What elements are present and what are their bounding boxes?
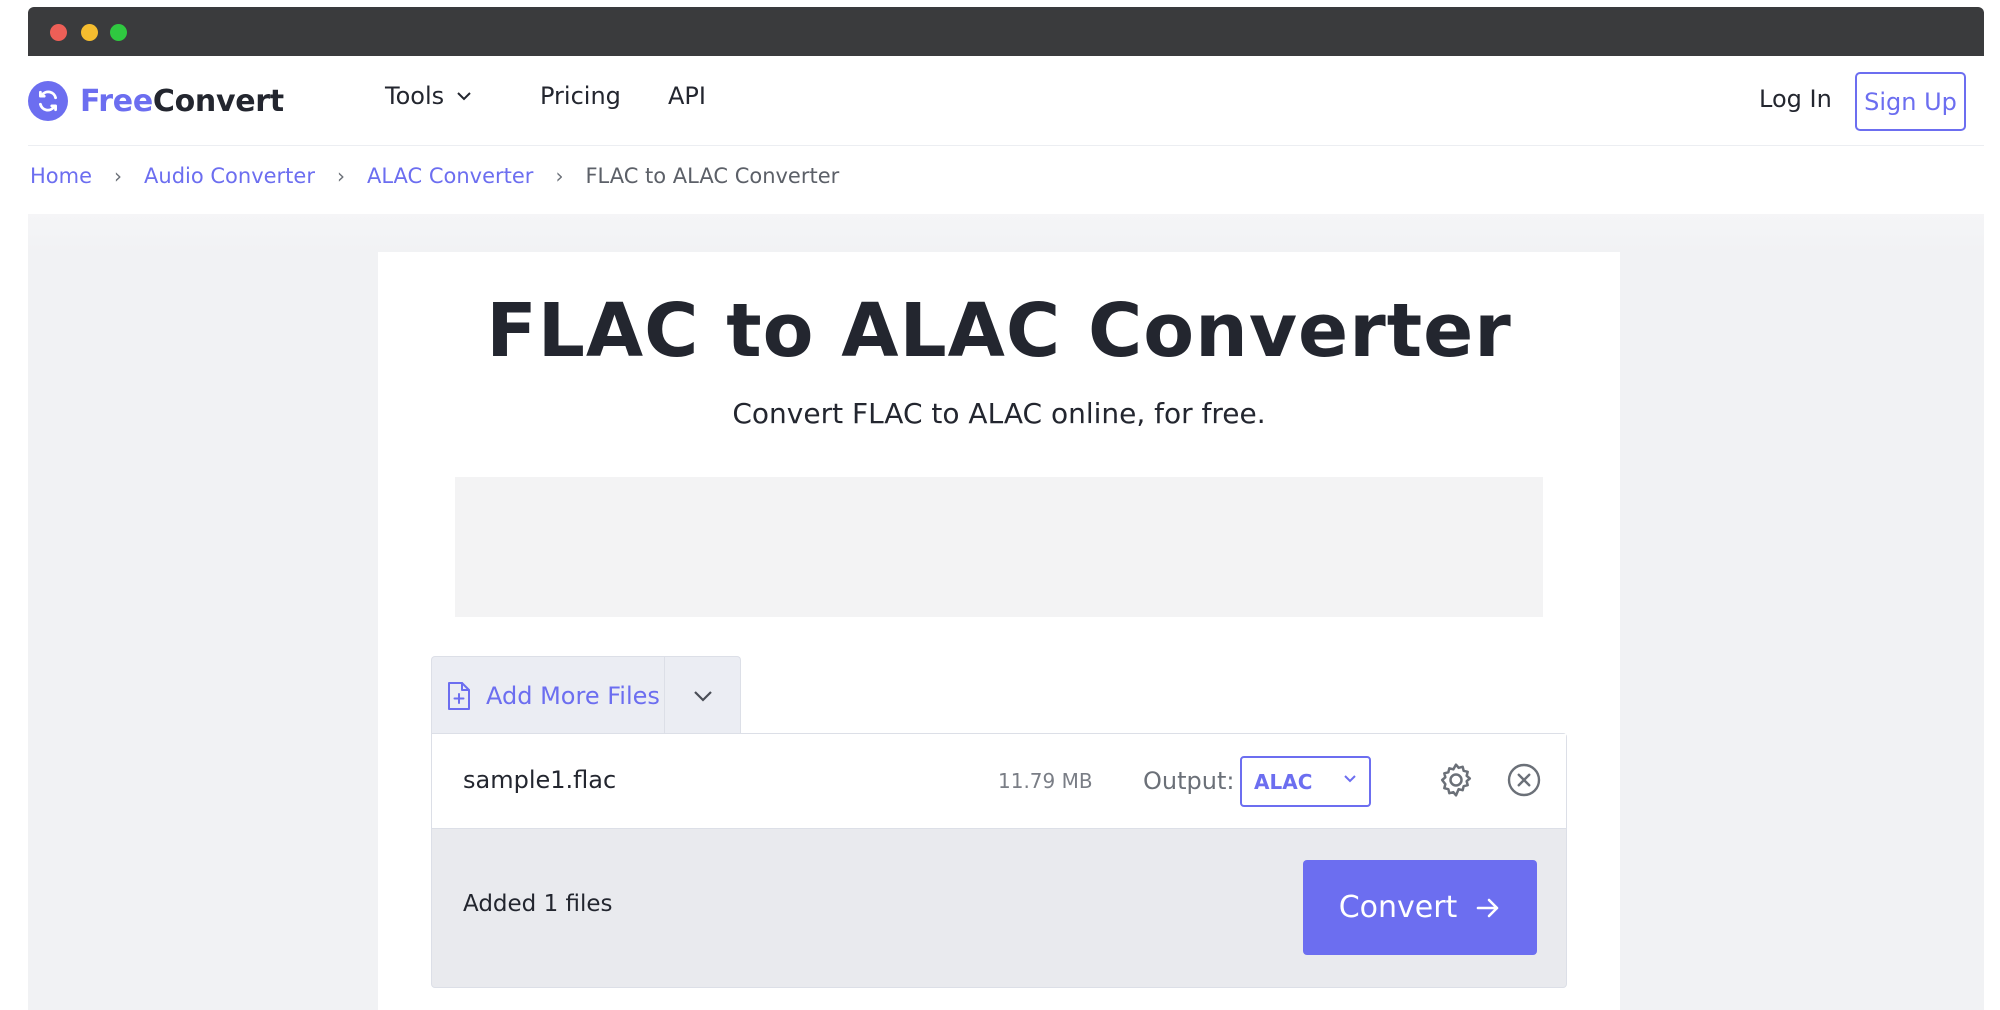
- nav-pricing-link[interactable]: Pricing: [540, 82, 621, 110]
- gear-icon[interactable]: [1436, 760, 1476, 800]
- chevron-down-icon: [693, 690, 712, 702]
- signup-button[interactable]: Sign Up: [1855, 72, 1966, 131]
- breadcrumb-audio-converter[interactable]: Audio Converter: [144, 164, 315, 188]
- breadcrumb-separator-icon: ›: [336, 164, 345, 188]
- ad-placeholder: [455, 477, 1543, 617]
- page-title: FLAC to ALAC Converter: [486, 288, 1512, 374]
- window-titlebar: [28, 7, 1984, 56]
- content-top-fade: [28, 214, 1984, 254]
- page-subtitle: Convert FLAC to ALAC online, for free.: [732, 397, 1266, 430]
- output-format-value: ALAC: [1254, 769, 1313, 794]
- added-files-status: Added 1 files: [463, 891, 613, 917]
- breadcrumb-separator-icon: ›: [114, 164, 123, 188]
- file-plus-icon: [448, 681, 470, 710]
- file-list-box: sample1.flac 11.79 MB Output: ALAC Added…: [431, 733, 1567, 988]
- add-files-dropdown[interactable]: [665, 657, 740, 734]
- add-more-files-label: Add More Files: [486, 681, 660, 710]
- logo-refresh-icon: [28, 81, 68, 121]
- output-label: Output:: [1143, 767, 1235, 795]
- breadcrumb-current: FLAC to ALAC Converter: [585, 164, 840, 188]
- browser-window: FreeConvert Tools Pricing API Log In Sig…: [28, 7, 1984, 1010]
- arrow-right-icon: [1477, 898, 1499, 917]
- converter-panel: FLAC to ALAC Converter Convert FLAC to A…: [378, 252, 1620, 1010]
- breadcrumb-home[interactable]: Home: [30, 164, 92, 188]
- close-circle-icon[interactable]: [1506, 762, 1542, 798]
- brand-name: FreeConvert: [80, 83, 284, 119]
- nav-api-link[interactable]: API: [668, 82, 706, 110]
- chevron-down-icon: [457, 92, 471, 101]
- file-name: sample1.flac: [463, 766, 617, 794]
- breadcrumb-alac-converter[interactable]: ALAC Converter: [367, 164, 533, 188]
- convert-label: Convert: [1338, 890, 1458, 925]
- convert-button[interactable]: Convert: [1303, 860, 1537, 955]
- breadcrumb-separator-icon: ›: [555, 164, 564, 188]
- logo[interactable]: FreeConvert: [28, 79, 284, 123]
- nav-tools-label: Tools: [385, 82, 445, 110]
- top-navbar: FreeConvert Tools Pricing API Log In Sig…: [28, 56, 1984, 146]
- output-format-select[interactable]: ALAC: [1240, 756, 1371, 807]
- file-row: sample1.flac 11.79 MB Output: ALAC: [432, 734, 1566, 829]
- breadcrumb: Home › Audio Converter › ALAC Converter …: [30, 156, 839, 196]
- nav-tools-menu[interactable]: Tools: [385, 82, 472, 110]
- close-window-button[interactable]: [50, 24, 67, 41]
- maximize-window-button[interactable]: [110, 24, 127, 41]
- chevron-down-icon: [1344, 775, 1356, 783]
- login-link[interactable]: Log In: [1759, 85, 1832, 113]
- add-files-tab: Add More Files: [431, 656, 741, 734]
- file-size: 11.79 MB: [998, 769, 1093, 793]
- minimize-window-button[interactable]: [81, 24, 98, 41]
- add-more-files-button[interactable]: Add More Files: [432, 657, 665, 734]
